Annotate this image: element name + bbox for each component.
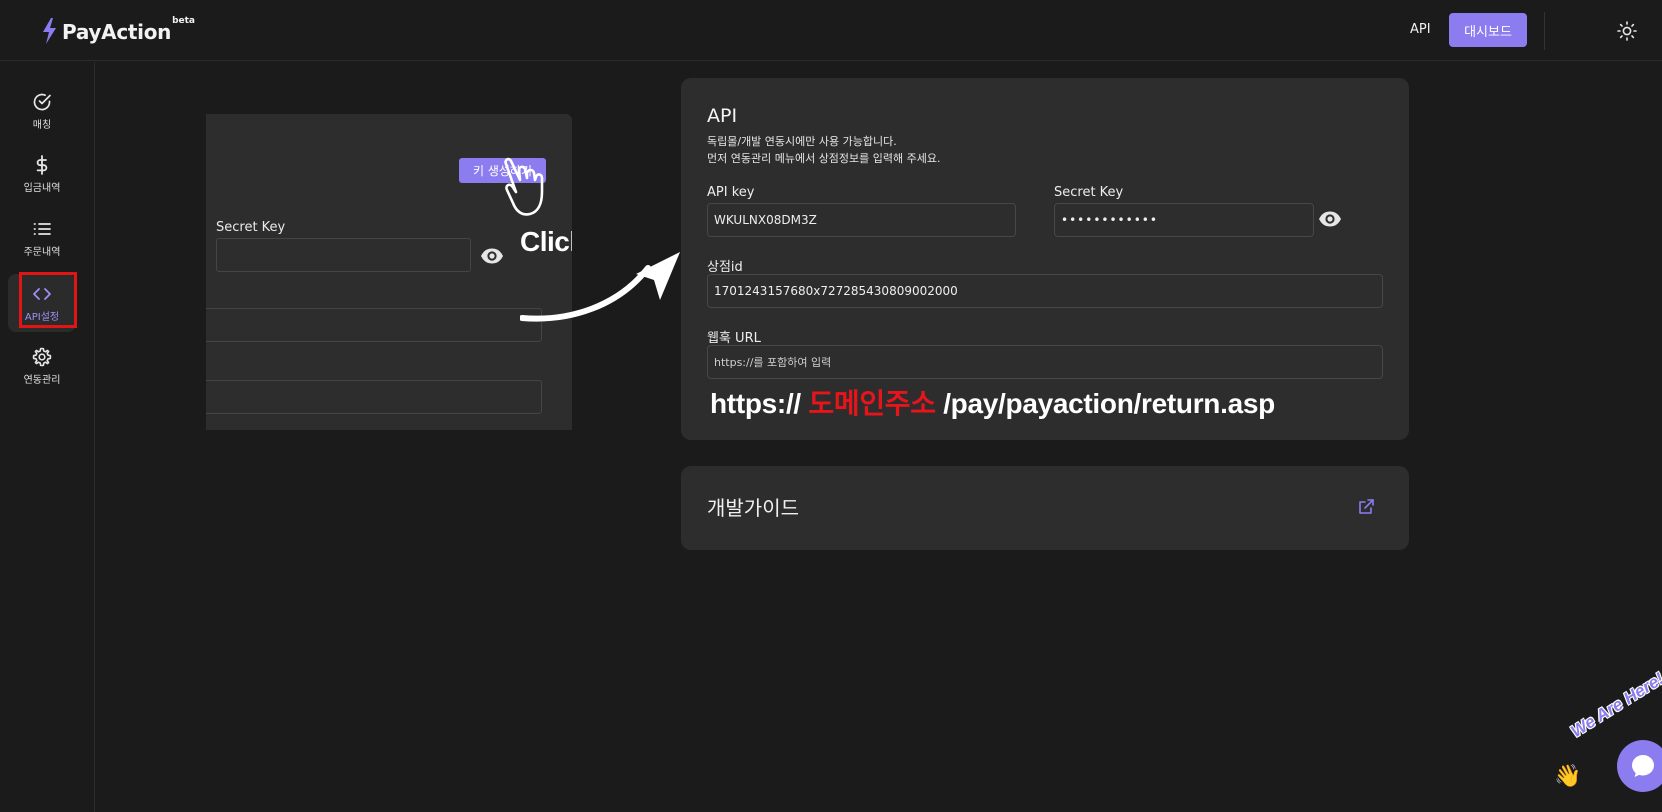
curved-arrow-icon [520,252,680,322]
api-card-description: 독립몰/개발 연동시에만 사용 가능합니다. 먼저 연동관리 메뉴에서 상점정보… [707,133,941,167]
sidebar-item-matching[interactable]: 매칭 [8,82,76,140]
dollar-icon [36,154,48,175]
logo-beta-badge: beta [172,16,195,26]
pointer-hand-icon [504,157,544,216]
preview-secret-key-input[interactable] [216,238,471,272]
url-suffix: /pay/payaction/return.asp [943,388,1275,419]
api-key-field[interactable]: WKULNX08DM3Z [707,203,1016,237]
secret-key-label: Secret Key [1054,185,1124,200]
sidebar-item-label: 입금내역 [23,182,61,194]
api-card: API 독립몰/개발 연동시에만 사용 가능합니다. 먼저 연동관리 메뉴에서 … [681,78,1409,440]
sidebar-item-label: 연동관리 [23,374,61,386]
store-id-label: 상점id [707,260,743,275]
webhook-url-label: 웹훅 URL [707,331,761,346]
chat-button[interactable] [1617,740,1662,792]
sidebar-item-deposits[interactable]: 입금내역 [8,145,76,203]
header-divider [1544,12,1545,50]
payaction-logo[interactable]: PayAction beta [40,16,195,44]
sidebar: 매칭 입금내역 주문내역 API설정 연동관리 [0,62,95,812]
sidebar-item-integration[interactable]: 연동관리 [8,337,76,395]
list-icon [33,222,51,235]
url-prefix: https:// [710,388,801,419]
logo-text: PayAction [62,20,172,44]
eye-icon[interactable] [1318,207,1342,231]
api-key-label: API key [707,185,755,200]
chat-greeting: We Are Here! [1567,668,1662,742]
api-card-title: API [707,105,738,127]
nav-api-link[interactable]: API [1410,22,1431,37]
bolt-icon [43,18,56,44]
secret-key-field[interactable]: •••••••••••• [1054,203,1314,237]
api-desc-line2: 먼저 연동관리 메뉴에서 상점정보를 입력해 주세요. [707,152,941,165]
sidebar-item-label: 주문내역 [23,246,61,258]
chat-bubble-icon [1632,755,1654,777]
preview-secret-key-label: Secret Key [216,220,286,235]
dev-guide-card[interactable]: 개발가이드 [681,466,1409,550]
preview-store-id-input[interactable] [206,308,542,342]
preview-webhook-input[interactable] [206,380,542,414]
store-id-field[interactable]: 1701243157680x727285430809002000 [707,274,1383,308]
gear-icon [32,347,52,366]
check-circle-icon [33,93,51,110]
sidebar-item-orders[interactable]: 주문내역 [8,209,76,267]
api-desc-line1: 독립몰/개발 연동시에만 사용 가능합니다. [707,135,897,148]
external-link-icon[interactable] [1357,498,1375,516]
sun-icon[interactable] [1617,21,1637,41]
webhook-url-annotation: https:// 도메인주소 /pay/payaction/return.asp [710,382,1275,422]
chat-widget[interactable]: 👋 We Are Here! [1552,669,1662,812]
url-domain: 도메인주소 [808,388,936,419]
eye-icon[interactable] [480,244,504,268]
highlight-box [19,272,77,328]
sidebar-item-label: 매칭 [32,119,52,131]
webhook-url-field[interactable]: https://를 포함하여 입력 [707,345,1383,379]
dev-guide-title: 개발가이드 [707,496,799,520]
top-header: PayAction beta API 대시보드 [0,0,1662,61]
wave-emoji: 👋 [1554,764,1582,789]
dashboard-button[interactable]: 대시보드 [1449,13,1527,47]
